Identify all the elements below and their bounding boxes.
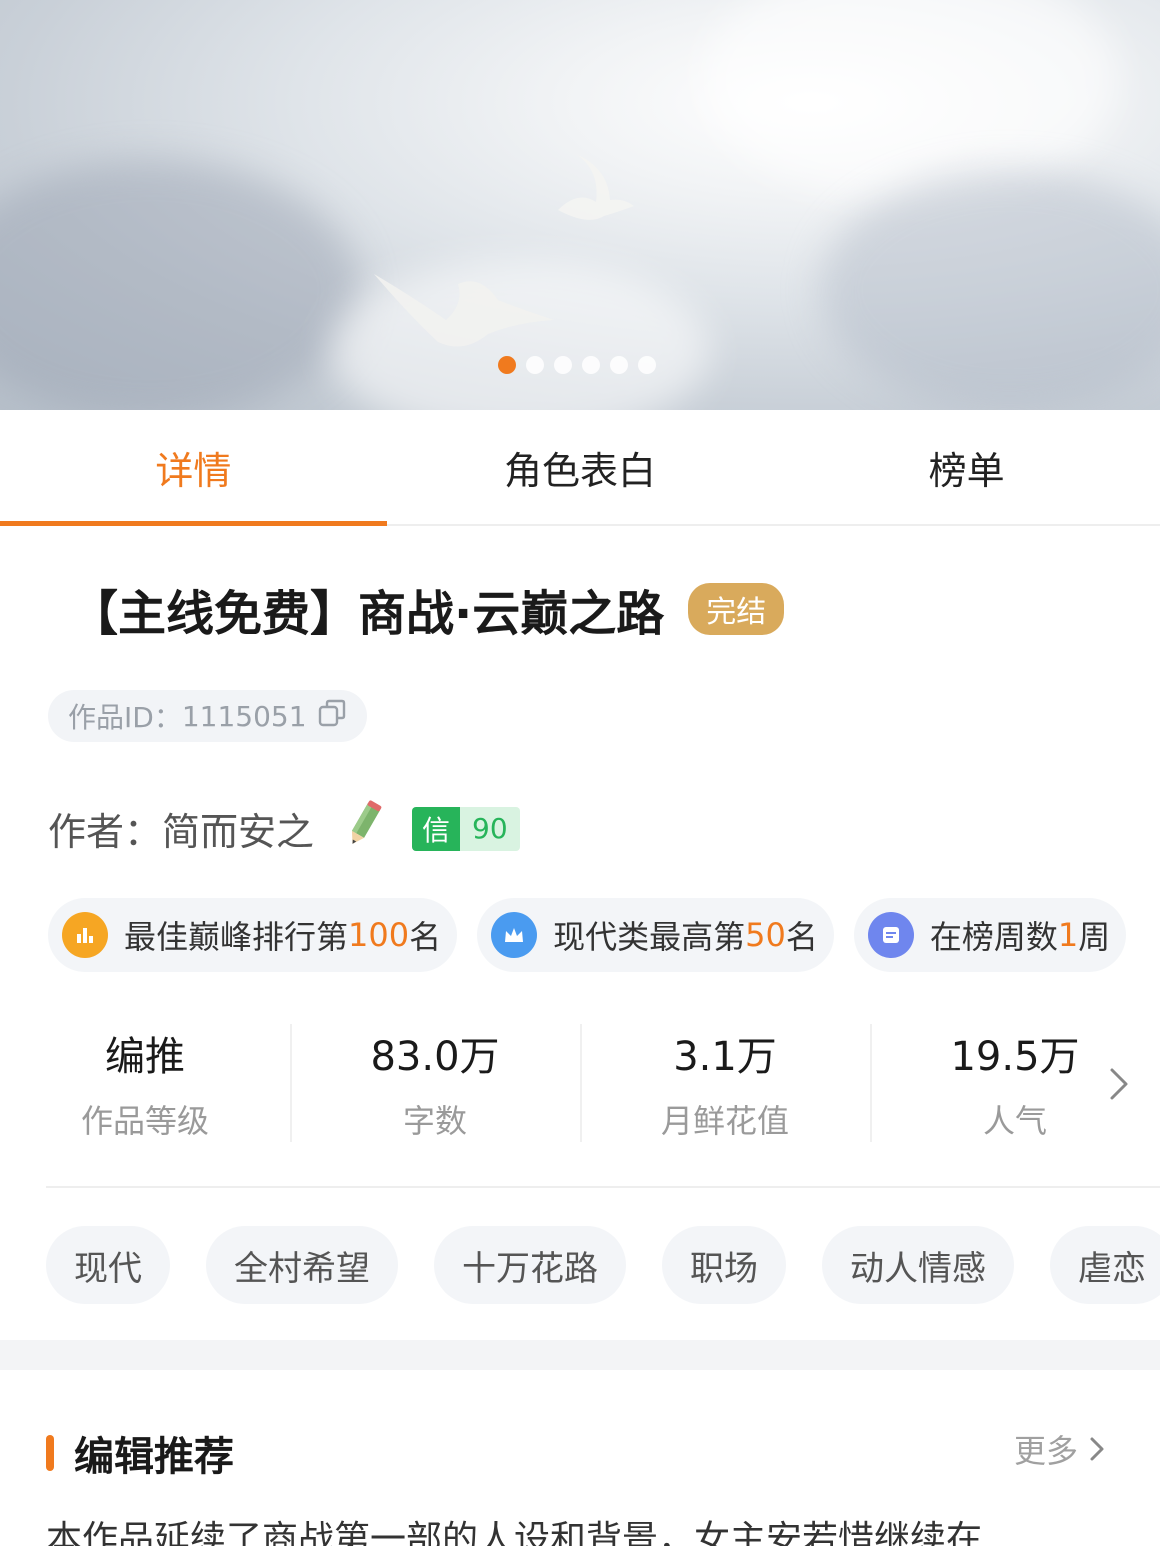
status-badge: 完结 (688, 583, 785, 635)
dove-icon (558, 154, 634, 220)
stat-value: 3.1万 (673, 1034, 777, 1080)
tab-rankings[interactable]: 榜单 (773, 410, 1160, 524)
stat-value: 19.5万 (950, 1034, 1080, 1080)
author-name[interactable]: 简而安之 (162, 801, 314, 856)
tab-details[interactable]: 详情 (0, 410, 387, 526)
section-title: 编辑推荐 (74, 1434, 234, 1480)
stat-level: 编推 作品等级 (0, 1020, 290, 1146)
stat-word-count: 83.0万 字数 (290, 1020, 580, 1146)
rank-text: 在榜周数 (929, 918, 1058, 956)
work-id-value: 1115051 (181, 699, 307, 733)
tag-chip[interactable]: 十万花路 (434, 1226, 626, 1304)
tab-character-confession[interactable]: 角色表白 (387, 410, 774, 524)
rank-suffix: 周 (1078, 918, 1111, 956)
chevron-right-icon[interactable] (1104, 1064, 1134, 1104)
crown-icon (491, 912, 538, 958)
tag-chip[interactable]: 全村希望 (206, 1226, 398, 1304)
rank-chips: 最佳巅峰排行第 100 名 现代类最高第 50 名 在榜周数 1 周 (48, 898, 1127, 972)
carousel-dot[interactable] (554, 356, 572, 374)
carousel-dot[interactable] (582, 356, 600, 374)
rank-suffix: 名 (409, 918, 442, 956)
tag-chip[interactable]: 职场 (662, 1226, 786, 1304)
title-row: 【主线免费】商战·云巅之路 完结 (70, 574, 785, 644)
section-accent-bar (46, 1435, 54, 1471)
tab-bar: 详情 角色表白 榜单 (0, 410, 1160, 526)
stat-value: 编推 (105, 1034, 185, 1080)
carousel-dot[interactable] (610, 356, 628, 374)
credit-score: 90 (460, 806, 520, 851)
stat-monthly-flowers: 3.1万 月鲜花值 (580, 1020, 870, 1146)
divider (46, 1186, 1160, 1188)
rank-chip-category[interactable]: 现代类最高第 50 名 (477, 898, 834, 972)
pencil-icon (344, 800, 384, 857)
chevron-right-icon (1090, 1437, 1104, 1461)
rank-number: 100 (348, 916, 410, 954)
work-title: 【主线免费】商战·云巅之路 (70, 586, 665, 642)
tag-chip[interactable]: 虐恋 (1050, 1226, 1160, 1304)
stat-label: 作品等级 (80, 1102, 209, 1140)
copy-icon[interactable] (317, 698, 347, 735)
credit-label: 信 (412, 806, 461, 851)
more-label: 更多 (1014, 1432, 1079, 1470)
rank-chip-peak[interactable]: 最佳巅峰排行第 100 名 (48, 898, 458, 972)
tag-chip[interactable]: 动人情感 (822, 1226, 1014, 1304)
rank-number: 1 (1057, 916, 1079, 954)
tag-list: 现代 全村希望 十万花路 职场 动人情感 虐恋 (46, 1226, 1160, 1304)
more-button[interactable]: 更多 (1014, 1426, 1108, 1472)
rank-text: 最佳巅峰排行第 (124, 918, 349, 956)
stat-value: 83.0万 (370, 1034, 500, 1080)
credit-score-badge[interactable]: 信 90 (412, 806, 520, 851)
carousel-dots (498, 356, 656, 374)
rank-suffix: 名 (785, 918, 818, 956)
stat-label: 字数 (402, 1102, 467, 1140)
author-row: 作者： 简而安之 信 90 (48, 800, 520, 857)
carousel-dot[interactable] (638, 356, 656, 374)
section-separator (0, 1340, 1160, 1370)
tag-chip[interactable]: 现代 (46, 1226, 170, 1304)
work-id-chip[interactable]: 作品ID： 1115051 (48, 690, 367, 742)
rank-chip-weeks[interactable]: 在榜周数 1 周 (853, 898, 1127, 972)
carousel-dot[interactable] (498, 356, 516, 374)
editor-recommend-text: 本作品延续了商战第一部的人设和背景，女主安若惜继续在 (46, 1519, 983, 1546)
rank-number: 50 (745, 916, 786, 954)
author-label: 作者： (48, 810, 163, 854)
cover-banner[interactable] (0, 0, 1160, 410)
list-icon (867, 912, 914, 958)
stat-label: 人气 (982, 1102, 1047, 1140)
editor-recommend-header: 编辑推荐 (46, 1424, 234, 1482)
bar-chart-icon (62, 912, 108, 958)
work-id-label: 作品ID： (68, 701, 182, 734)
stats-row[interactable]: 编推 作品等级 83.0万 字数 3.1万 月鲜花值 19.5万 人气 (0, 1020, 1160, 1146)
rank-text: 现代类最高第 (553, 918, 746, 956)
stat-label: 月鲜花值 (660, 1102, 789, 1140)
carousel-dot[interactable] (526, 356, 544, 374)
